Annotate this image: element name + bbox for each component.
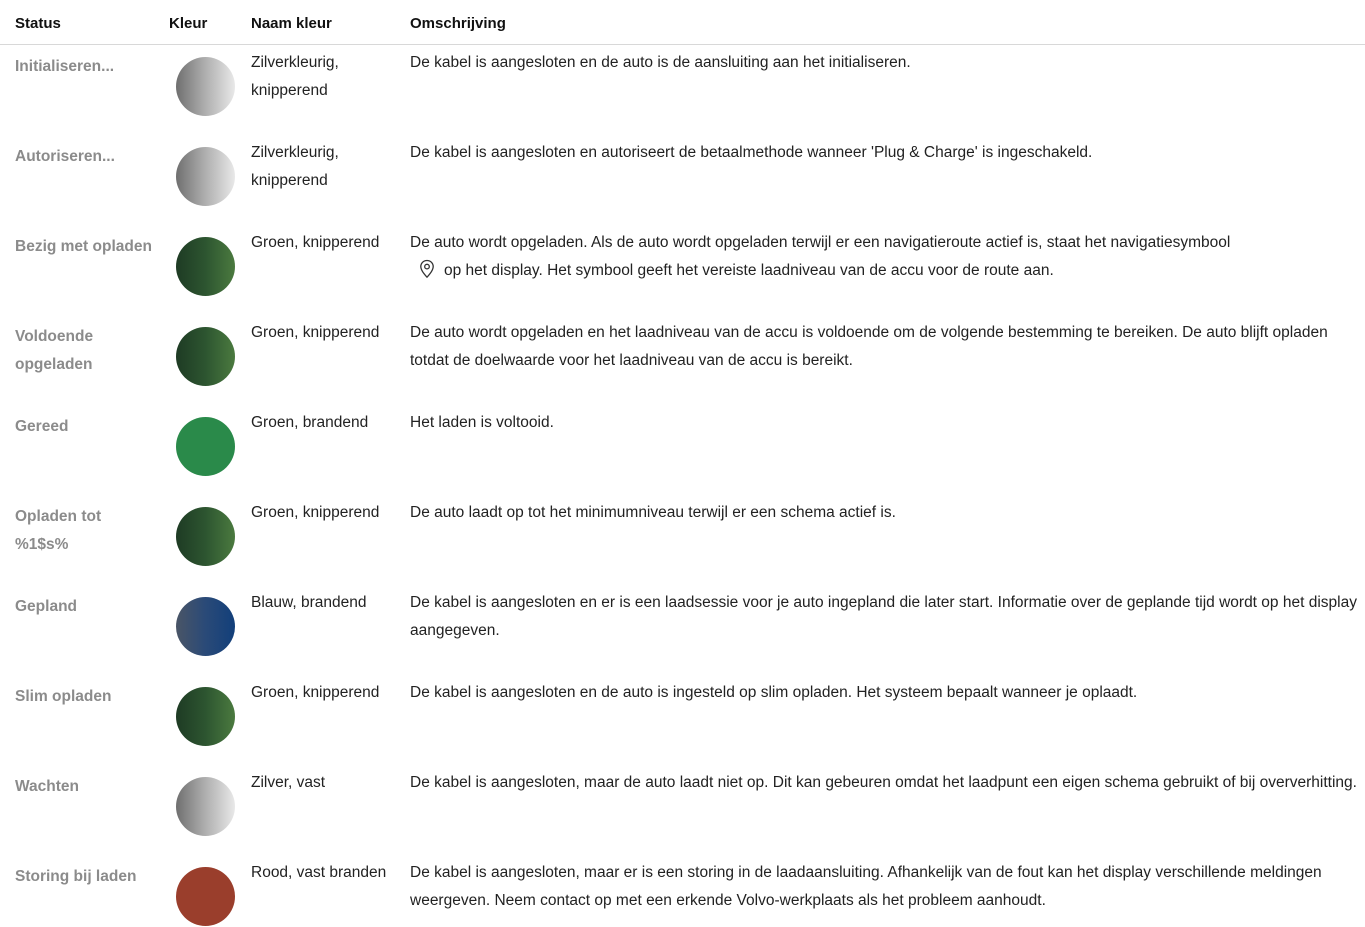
status-description: De kabel is aangesloten, maar er is een …: [410, 864, 1322, 909]
color-name: Zilver, vast: [251, 774, 326, 791]
table-row: Autoriseren... Zilverkleurig, knipperend D…: [0, 135, 1365, 225]
color-indicator-dot: [176, 237, 235, 296]
color-name: Groen, knipperend: [251, 684, 380, 701]
table-row: Voldoende opgeladen Groen, knipperend De a…: [0, 315, 1365, 405]
status-label: Slim opladen: [15, 688, 112, 705]
table-row: Wachten Zilver, vast De kabel is aangeslot…: [0, 765, 1365, 855]
table-header: Status Kleur Naam kleur Omschrijving: [0, 0, 1365, 45]
header-color: Kleur: [169, 15, 208, 32]
color-indicator-dot: [176, 867, 235, 926]
color-name: Groen, knipperend: [251, 234, 380, 251]
status-label: Bezig met opladen: [15, 238, 152, 255]
color-name: Groen, knipperend: [251, 324, 380, 341]
status-label: Storing bij laden: [15, 868, 137, 885]
table-row: Initialiseren... Zilverkleurig, knipperen…: [0, 45, 1365, 135]
status-description: De kabel is aangesloten, maar de auto la…: [410, 774, 1357, 791]
color-indicator-dot: [176, 507, 235, 566]
color-indicator-dot: [176, 57, 235, 116]
status-label: Wachten: [15, 778, 80, 795]
color-name: Groen, knipperend: [251, 504, 380, 521]
status-description: De auto laadt op tot het minimumniveau t…: [410, 504, 896, 521]
status-label: Opladen tot %1$s%: [15, 508, 102, 553]
table-row: Opladen tot %1$s% Groen, knipperend De aut…: [0, 495, 1365, 585]
status-label: Autoriseren...: [15, 148, 115, 165]
status-description: De kabel is aangesloten en er is een laa…: [410, 594, 1357, 639]
table-row: Slim opladen Groen, knipperend De kabel is…: [0, 675, 1365, 765]
table-row: Storing bij laden Rood, vast branden De ka…: [0, 855, 1365, 927]
header-color-name: Naam kleur: [251, 15, 332, 32]
status-description: Het laden is voltooid.: [410, 414, 554, 431]
color-name: Rood, vast branden: [251, 864, 387, 881]
color-indicator-dot: [176, 597, 235, 656]
header-status: Status: [15, 15, 61, 32]
status-label: Voldoende opgeladen: [15, 328, 94, 373]
status-description: De auto wordt opgeladen. Als de auto wor…: [410, 229, 1363, 285]
table-row: Gereed Groen, brandend Het laden is voltoo…: [0, 405, 1365, 495]
status-description: De kabel is aangesloten en de auto is in…: [410, 684, 1138, 701]
color-indicator-dot: [176, 327, 235, 386]
status-label: Gereed: [15, 418, 69, 435]
table-row: Gepland Blauw, brandend De kabel is aanges…: [0, 585, 1365, 675]
color-indicator-dot: [176, 777, 235, 836]
color-name: Zilverkleurig, knipperend: [251, 54, 339, 99]
color-indicator-dot: [176, 687, 235, 746]
charging-status-table: Status Kleur Naam kleur Omschrijving Ini…: [0, 0, 1365, 927]
location-pin-icon: [418, 259, 436, 279]
description-text-before: De auto wordt opgeladen. Als de auto wor…: [410, 234, 1231, 251]
status-label: Gepland: [15, 598, 78, 615]
color-indicator-dot: [176, 417, 235, 476]
status-description: De auto wordt opgeladen en het laadnivea…: [410, 324, 1328, 369]
color-name: Groen, brandend: [251, 414, 369, 431]
table-body: Initialiseren... Zilverkleurig, knipperen…: [0, 45, 1365, 927]
status-description: De kabel is aangesloten en de auto is de…: [410, 54, 911, 71]
table-row: Bezig met opladen Groen, knipperend De aut…: [0, 225, 1365, 315]
description-text-after: op het display. Het symbool geeft het ve…: [444, 262, 1054, 279]
color-indicator-dot: [176, 147, 235, 206]
header-description: Omschrijving: [410, 15, 506, 32]
status-label: Initialiseren...: [15, 58, 115, 75]
status-description: De kabel is aangesloten en autoriseert d…: [410, 144, 1093, 161]
color-name: Blauw, brandend: [251, 594, 367, 611]
color-name: Zilverkleurig, knipperend: [251, 144, 339, 189]
